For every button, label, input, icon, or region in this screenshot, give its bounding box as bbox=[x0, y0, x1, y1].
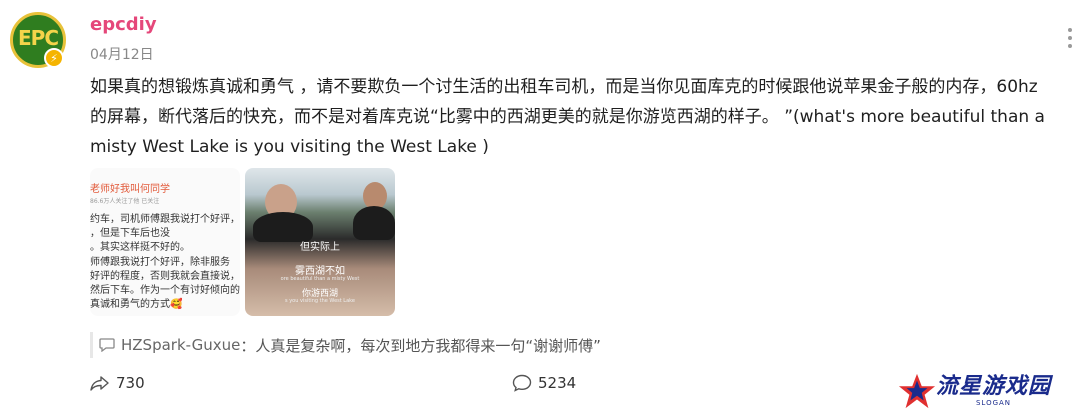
watermark-slogan: SLOGAN bbox=[975, 399, 1012, 407]
person-body bbox=[353, 206, 395, 240]
post-date: 04月12日 bbox=[90, 47, 154, 63]
screenshot-line: 然后下车。作为一个有讨好倾向的 bbox=[90, 285, 240, 296]
top-comment[interactable]: HZSpark-Guxue ： 人真是复杂啊，每次到地方我都得来一句“谢谢师傅” bbox=[90, 332, 601, 358]
video-caption-en: s you visiting the West Lake bbox=[285, 298, 355, 304]
share-count: 730 bbox=[116, 374, 145, 392]
post-body-text: 如果真的想锻炼真诚和勇气 ，请不要欺负一个讨生活的出租车司机，而是当你见面库克的… bbox=[90, 77, 1045, 157]
avatar-logo-text: EPC bbox=[18, 26, 59, 50]
watermark-title: 流星游戏园 bbox=[936, 374, 1052, 399]
screenshot-header: 老师好我叫何同学 bbox=[90, 184, 170, 195]
screenshot-line: 约车，司机师傅跟我说打个好评， bbox=[90, 214, 240, 225]
star-logo-icon bbox=[898, 373, 936, 409]
screenshot-followers: 86.6万人关注了他 已关注 bbox=[90, 198, 160, 205]
comment-author[interactable]: HZSpark-Guxue bbox=[121, 336, 240, 354]
screenshot-line: 好评的程度，否则我就会直接说， bbox=[90, 271, 240, 282]
video-caption: 雾西湖不如 bbox=[295, 266, 345, 277]
post-image-screenshot[interactable]: 老师好我叫何同学 86.6万人关注了他 已关注 约车，司机师傅跟我说打个好评， … bbox=[90, 168, 240, 316]
post-author-name[interactable]: epcdiy bbox=[90, 14, 157, 35]
video-caption: 但实际上 bbox=[300, 242, 340, 253]
screenshot-line: 。其实这样挺不好的。 bbox=[90, 242, 190, 253]
post-image-video-still[interactable]: 但实际上 雾西湖不如 ore beautiful than a misty We… bbox=[245, 168, 395, 316]
screenshot-line: 真诚和勇气的方式🥰 bbox=[90, 299, 183, 310]
verified-badge-icon: ⚡ bbox=[44, 48, 64, 68]
watermark-logo: 流星游戏园 SLOGAN bbox=[898, 372, 1051, 410]
video-caption-en: ore beautiful than a misty West bbox=[280, 276, 360, 282]
comment-text: 人真是复杂啊，每次到地方我都得来一句“谢谢师傅” bbox=[255, 336, 601, 355]
screenshot-line: ，但是下车后也没 bbox=[90, 228, 170, 239]
comment-bubble-icon bbox=[99, 338, 115, 352]
share-icon bbox=[90, 376, 109, 391]
comment-icon bbox=[512, 374, 532, 392]
comment-button[interactable]: 5234 bbox=[512, 374, 576, 392]
screenshot-line: 师傅跟我说打个好评，除非服务 bbox=[90, 257, 230, 268]
comment-count: 5234 bbox=[538, 374, 577, 392]
comment-separator: ： bbox=[240, 336, 256, 355]
share-button[interactable]: 730 bbox=[90, 374, 145, 392]
more-vertical-icon[interactable] bbox=[1068, 28, 1074, 48]
